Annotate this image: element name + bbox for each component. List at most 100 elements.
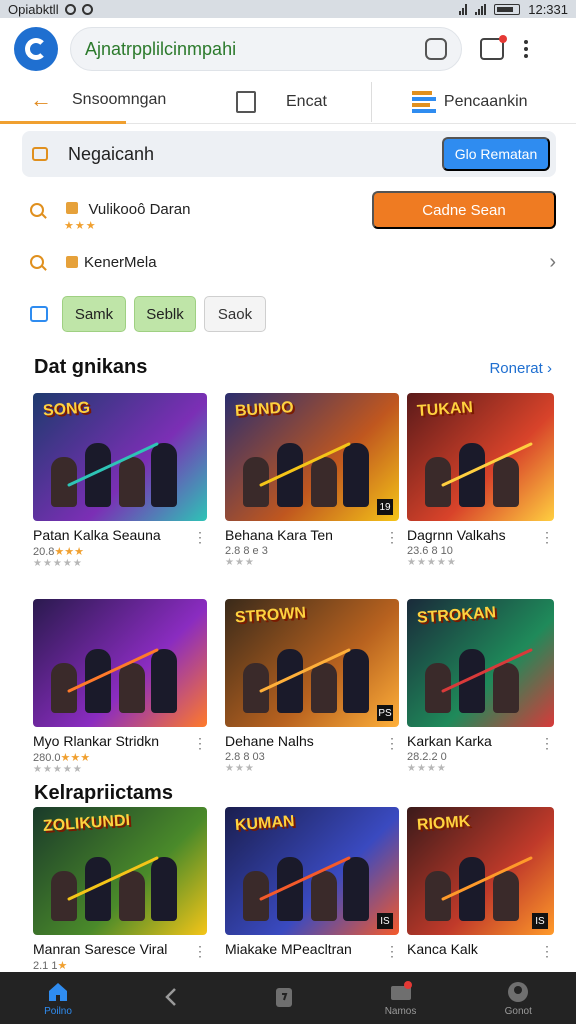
- categories-icon: [411, 90, 436, 113]
- game-thumbnail[interactable]: SONG: [33, 393, 207, 521]
- nav-home[interactable]: Poilno: [44, 980, 72, 1017]
- game-card[interactable]: TUKAN Dagrnn Valkahs ⋮ 23.6 8 10 ★★★★★: [407, 393, 554, 568]
- address-bar[interactable]: Ajnatrpplilcinmpahi: [70, 27, 462, 71]
- character-figure: [151, 649, 177, 713]
- app-logo-icon[interactable]: [14, 27, 58, 71]
- game-card[interactable]: SONG Patan Kalka Seauna ⋮ 20.8★★★ ★★★★★: [33, 393, 207, 569]
- more-menu-icon[interactable]: [524, 40, 528, 58]
- battery-icon: [494, 3, 521, 15]
- game-card[interactable]: RIOMK IS Kanca Kalk ⋮: [407, 807, 554, 959]
- character-figure: [493, 871, 519, 921]
- character-figure: [343, 857, 369, 921]
- url-text[interactable]: Ajnatrpplilcinmpahi: [85, 39, 425, 60]
- camera-icon[interactable]: [30, 306, 48, 322]
- game-title[interactable]: Dagrnn Valkahs: [407, 527, 554, 543]
- game-card[interactable]: STROKAN Karkan Karka ⋮ 28.2.2 0 ★★★★: [407, 599, 554, 774]
- section-title: Dat gnikans: [34, 356, 148, 378]
- tabs-icon: [276, 988, 293, 1007]
- light-beam: [441, 442, 533, 487]
- promo-label: Negaicanh: [68, 143, 155, 164]
- nav-profile[interactable]: Gonot: [505, 980, 532, 1017]
- tab-encat[interactable]: Encat: [236, 80, 327, 124]
- game-thumbnail[interactable]: [33, 599, 207, 727]
- chip-seblk[interactable]: Seblk: [134, 296, 196, 332]
- game-meta: 20.8★★★: [33, 545, 207, 558]
- promo-button[interactable]: Glo Rematan: [442, 137, 550, 171]
- nav-label: Poilno: [44, 1005, 72, 1017]
- status-left-text: Opiabktll: [8, 1, 59, 17]
- game-meta-value: 2.8 8 e 3: [225, 545, 268, 557]
- game-thumbnail[interactable]: TUKAN: [407, 393, 554, 521]
- game-title[interactable]: Patan Kalka Seauna: [33, 527, 207, 543]
- card-menu-icon[interactable]: ⋮: [385, 529, 399, 546]
- home-icon: [49, 982, 68, 1001]
- row-action-button[interactable]: Cadne Sean: [372, 191, 556, 229]
- nav-back[interactable]: [160, 985, 184, 1011]
- back-arrow-icon[interactable]: ←: [30, 87, 52, 113]
- card-menu-icon[interactable]: ⋮: [385, 943, 399, 960]
- tab-home[interactable]: ← Snsoomngan: [0, 80, 166, 124]
- tab-label: Snsoomngan: [72, 91, 167, 108]
- card-menu-icon[interactable]: ⋮: [193, 735, 207, 752]
- chip-samk[interactable]: Samk: [62, 296, 126, 332]
- nav-tabs[interactable]: [272, 985, 296, 1011]
- notification-icon[interactable]: [480, 35, 507, 60]
- game-stars: ★: [57, 960, 68, 972]
- game-title[interactable]: Behana Kara Ten: [225, 527, 399, 543]
- thumbnail-badge: IS: [532, 913, 548, 929]
- browser-bar: Ajnatrpplilcinmpahi: [0, 18, 576, 80]
- character-figure: [493, 663, 519, 713]
- promo-banner: Negaicanh Glo Rematan: [22, 131, 556, 177]
- card-menu-icon[interactable]: ⋮: [540, 529, 554, 546]
- game-card[interactable]: BUNDO 19 Behana Kara Ten ⋮ 2.8 8 e 3 ★★★: [225, 393, 399, 568]
- character-figure: [119, 457, 145, 507]
- character-figure: [151, 857, 177, 921]
- chip-saok[interactable]: Saok: [204, 296, 266, 332]
- tab-categories[interactable]: Pencaankin: [411, 80, 528, 124]
- card-menu-icon[interactable]: ⋮: [385, 735, 399, 752]
- game-title[interactable]: Dehane Nalhs: [225, 733, 399, 749]
- game-title[interactable]: Kanca Kalk: [407, 941, 554, 957]
- game-meta-value: 28.2.2 0: [407, 751, 447, 763]
- list-item[interactable]: Vulikooô Daran ★★★ Cadne Sean: [30, 190, 556, 232]
- card-menu-icon[interactable]: ⋮: [540, 735, 554, 752]
- card-menu-icon[interactable]: ⋮: [193, 529, 207, 546]
- character-figure: [493, 457, 519, 507]
- card-menu-icon[interactable]: ⋮: [193, 943, 207, 960]
- game-card[interactable]: ZOLIKUNDI Manran Saresce Viral ⋮ 2.1 1★: [33, 807, 207, 972]
- game-meta: 28.2.2 0: [407, 751, 554, 763]
- game-thumbnail[interactable]: BUNDO 19: [225, 393, 399, 521]
- game-thumbnail[interactable]: KUMAN IS: [225, 807, 399, 935]
- game-title[interactable]: Manran Saresce Viral: [33, 941, 207, 957]
- game-rating: ★★★: [225, 557, 255, 568]
- list-item[interactable]: KenerMela ›: [30, 250, 556, 274]
- game-card[interactable]: STROWN PS Dehane Nalhs ⋮ 2.8 8 03 ★★★: [225, 599, 399, 774]
- game-thumbnail[interactable]: STROKAN: [407, 599, 554, 727]
- game-title[interactable]: Karkan Karka: [407, 733, 554, 749]
- game-card[interactable]: KUMAN IS Miakake MPeacltran ⋮: [225, 807, 399, 959]
- game-title[interactable]: Miakake MPeacltran: [225, 941, 399, 957]
- light-beam: [259, 856, 351, 901]
- game-meta-value: 280.0: [33, 752, 61, 764]
- see-all-link[interactable]: Ronerat ›: [489, 360, 552, 377]
- thumbnail-title: TUKAN: [416, 399, 474, 420]
- game-rating: ★★★★★: [33, 558, 83, 569]
- light-beam: [67, 648, 159, 693]
- character-figure: [343, 443, 369, 507]
- game-rating: ★★★★: [407, 763, 447, 774]
- badge-icon: [66, 202, 78, 214]
- share-icon[interactable]: [425, 38, 447, 60]
- game-card[interactable]: Myo Rlankar Stridkn ⋮ 280.0★★★ ★★★★★: [33, 599, 207, 775]
- thumbnail-title: SONG: [42, 399, 91, 420]
- chevron-right-icon[interactable]: ›: [549, 251, 556, 274]
- game-thumbnail[interactable]: ZOLIKUNDI: [33, 807, 207, 935]
- thumbnail-title: BUNDO: [234, 398, 295, 421]
- nav-notifications[interactable]: Namos: [384, 980, 417, 1017]
- game-thumbnail[interactable]: STROWN PS: [225, 599, 399, 727]
- game-thumbnail[interactable]: RIOMK IS: [407, 807, 554, 935]
- nav-label: Namos: [384, 1005, 417, 1017]
- game-title[interactable]: Myo Rlankar Stridkn: [33, 733, 207, 749]
- light-beam: [259, 648, 351, 693]
- card-menu-icon[interactable]: ⋮: [540, 943, 554, 960]
- character-figure: [151, 443, 177, 507]
